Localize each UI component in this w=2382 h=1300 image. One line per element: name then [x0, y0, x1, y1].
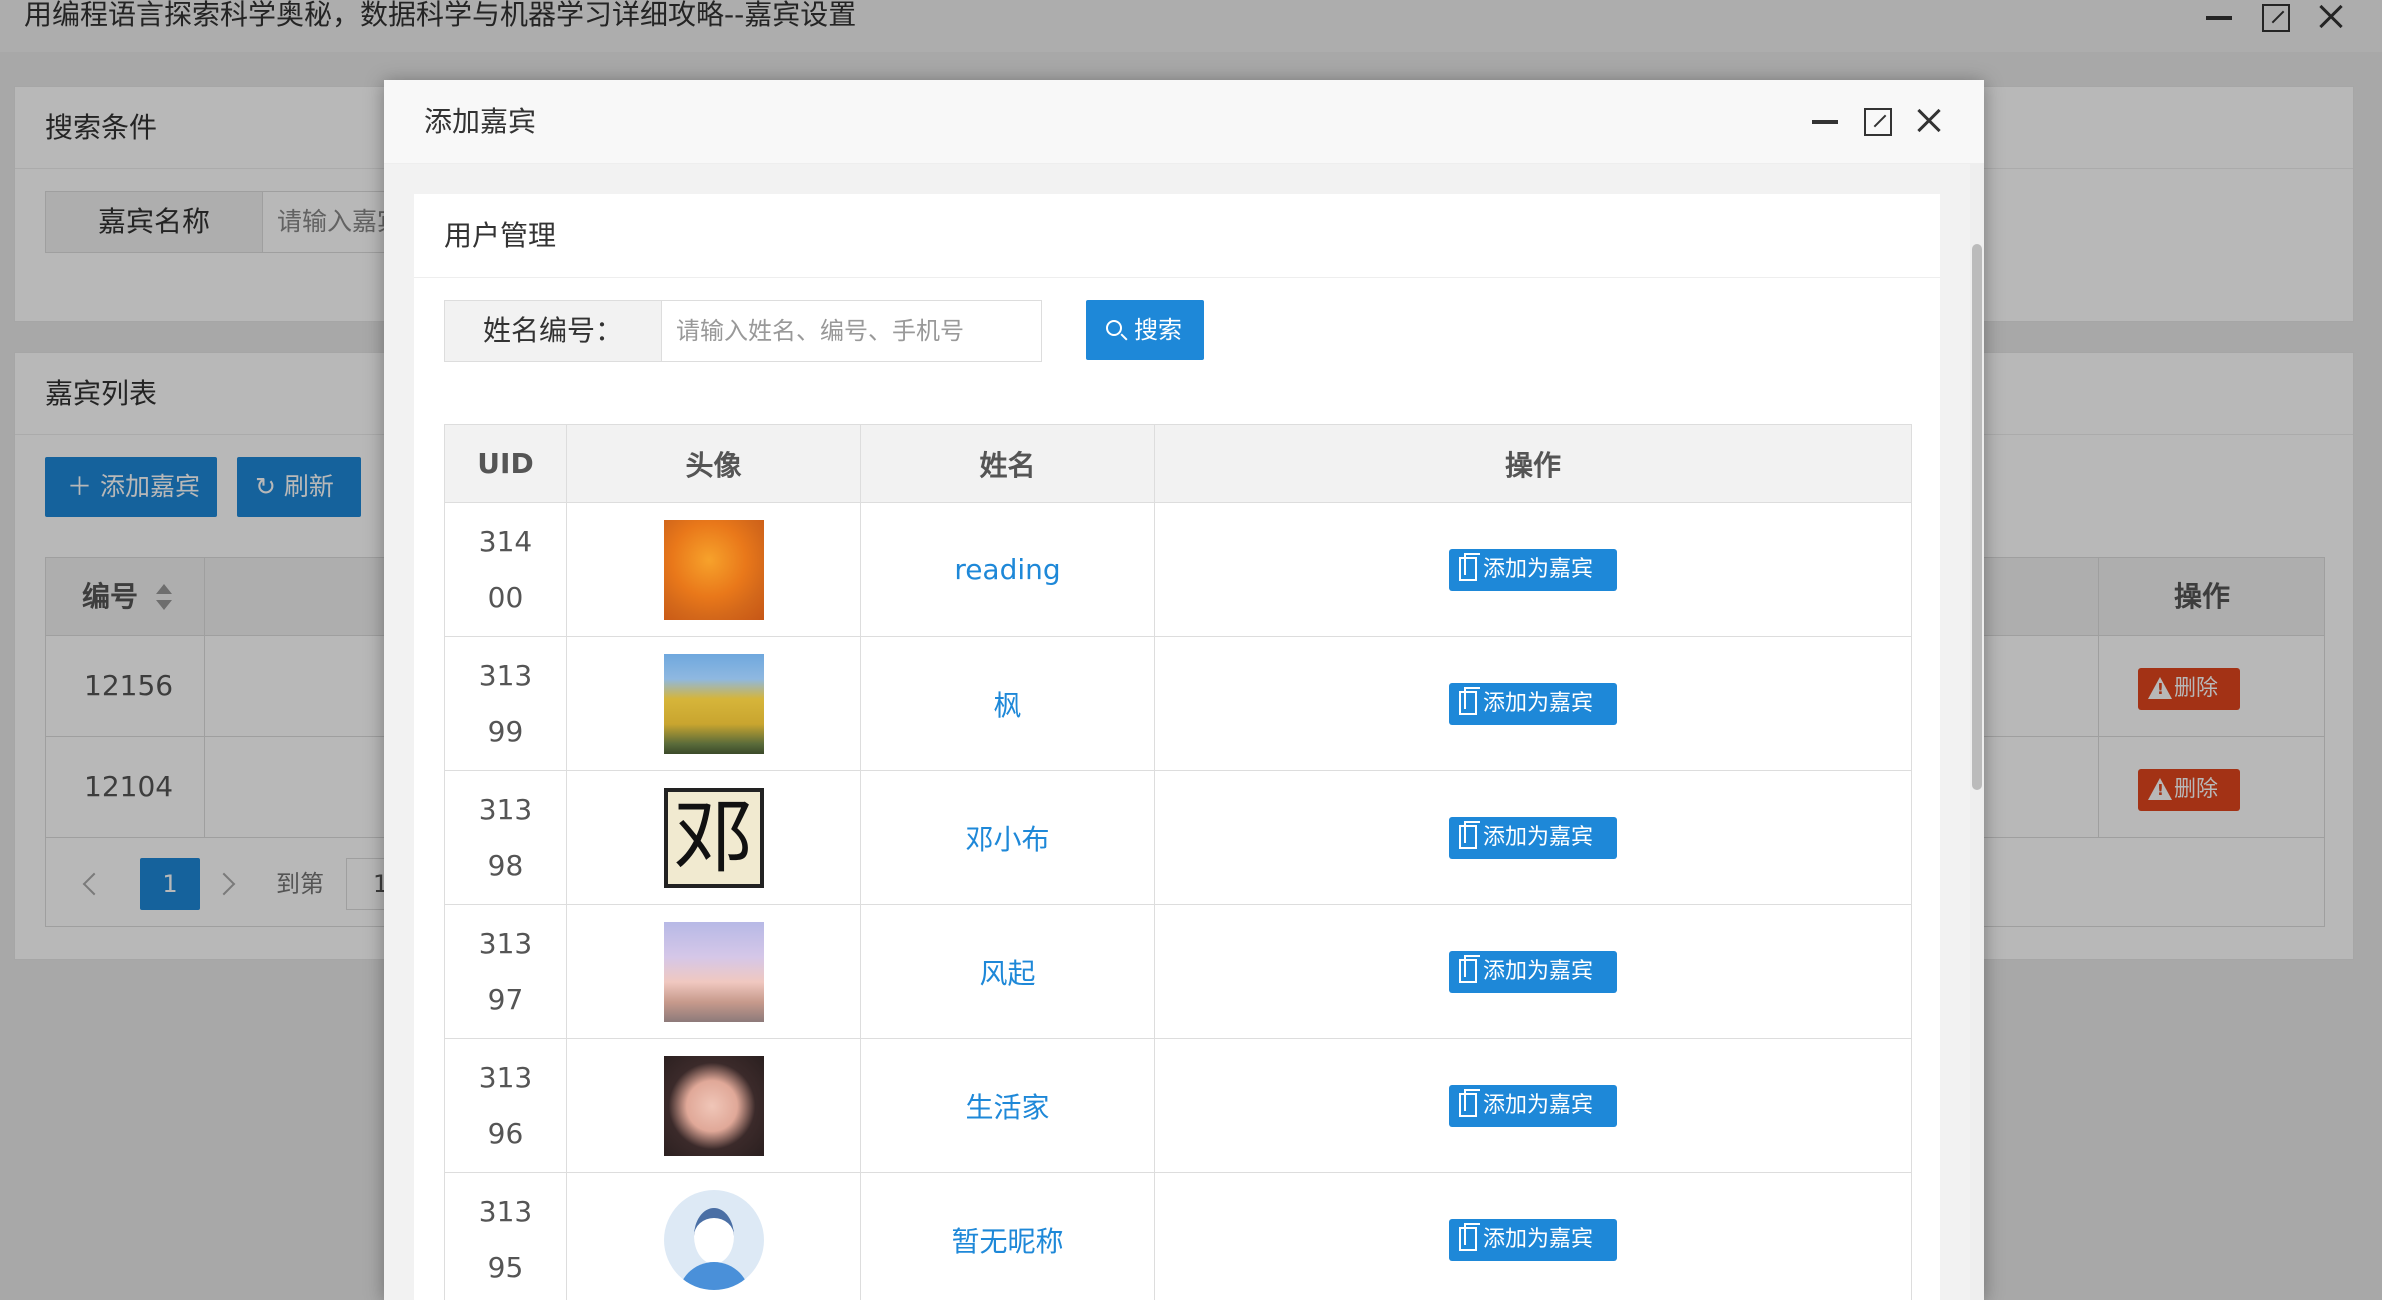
add-as-guest-button[interactable]: 添加为嘉宾: [1449, 950, 1617, 993]
search-button-label: 搜索: [1134, 316, 1182, 344]
uid-part: 313: [478, 658, 533, 692]
avatar-cell: [566, 636, 861, 771]
avatar: 邓: [663, 787, 764, 888]
uid-part: 98: [487, 848, 524, 882]
column-ops: 操作: [1154, 424, 1912, 503]
name-id-label: 姓名编号：: [444, 300, 662, 362]
uid-part: 96: [487, 1116, 524, 1150]
maximize-icon[interactable]: [1862, 106, 1892, 136]
ops-cell: 添加为嘉宾: [1154, 770, 1912, 905]
close-icon[interactable]: [1914, 106, 1944, 136]
add-as-guest-button[interactable]: 添加为嘉宾: [1449, 1218, 1617, 1261]
avatar-cell: [566, 1038, 861, 1173]
column-uid: UID: [444, 424, 567, 503]
uid-part: 313: [478, 1194, 533, 1228]
ops-cell: 添加为嘉宾: [1154, 502, 1912, 637]
uid-cell: 313 96: [444, 1038, 567, 1173]
table-row: 313 98 邓 邓小布 添加为嘉宾: [444, 770, 1912, 905]
avatar-character: 邓: [673, 790, 754, 884]
card-title: 用户管理: [414, 194, 1940, 278]
user-name-link[interactable]: 邓小布: [860, 770, 1155, 905]
table-row: 313 99 枫 添加为嘉宾: [444, 636, 1912, 771]
add-as-guest-label: 添加为嘉宾: [1483, 958, 1594, 984]
minimize-icon[interactable]: [1810, 106, 1840, 136]
ops-cell: 添加为嘉宾: [1154, 1172, 1912, 1300]
uid-cell: 313 95: [444, 1172, 567, 1300]
modal-scrollbar[interactable]: [1970, 164, 1984, 1300]
add-as-guest-button[interactable]: 添加为嘉宾: [1449, 548, 1617, 591]
ops-cell: 添加为嘉宾: [1154, 636, 1912, 771]
add-as-guest-label: 添加为嘉宾: [1483, 1226, 1594, 1252]
add-as-guest-button[interactable]: 添加为嘉宾: [1449, 682, 1617, 725]
ops-cell: 添加为嘉宾: [1154, 1038, 1912, 1173]
avatar-cell: [566, 904, 861, 1039]
user-name-link[interactable]: 暂无昵称: [860, 1172, 1155, 1300]
avatar: [663, 1055, 764, 1156]
modal-header: 添加嘉宾: [384, 80, 1984, 164]
default-avatar-icon: [663, 1189, 764, 1290]
search-icon: [1106, 320, 1122, 336]
avatar: [663, 519, 764, 620]
add-as-guest-button[interactable]: 添加为嘉宾: [1449, 1084, 1617, 1127]
user-table-header: UID 头像 姓名 操作: [444, 424, 1912, 503]
uid-part: 99: [487, 714, 524, 748]
column-name: 姓名: [860, 424, 1155, 503]
uid-part: 314: [478, 524, 533, 558]
copy-icon: [1459, 686, 1480, 715]
uid-cell: 314 00: [444, 502, 567, 637]
avatar-cell: [566, 1172, 861, 1300]
user-management-card: 用户管理 姓名编号： 请输入姓名、编号、手机号 搜索 UID 头像 姓名 操作: [414, 194, 1940, 1300]
user-name-link[interactable]: 风起: [860, 904, 1155, 1039]
user-search-input[interactable]: 请输入姓名、编号、手机号: [662, 300, 1042, 362]
copy-icon: [1459, 552, 1480, 581]
uid-part: 97: [487, 982, 524, 1016]
uid-part: 00: [487, 580, 524, 614]
user-name-link[interactable]: 枫: [860, 636, 1155, 771]
add-as-guest-label: 添加为嘉宾: [1483, 690, 1594, 716]
user-table: UID 头像 姓名 操作 314 00 reading 添加为嘉宾 313 99: [444, 424, 1912, 1300]
search-button[interactable]: 搜索: [1086, 300, 1204, 360]
modal-title: 添加嘉宾: [424, 105, 537, 138]
uid-part: 313: [478, 1060, 533, 1094]
table-row: 313 97 风起 添加为嘉宾: [444, 904, 1912, 1039]
avatar-cell: [566, 502, 861, 637]
uid-cell: 313 98: [444, 770, 567, 905]
user-name-link[interactable]: 生活家: [860, 1038, 1155, 1173]
user-name-link[interactable]: reading: [860, 502, 1155, 637]
modal-body: 用户管理 姓名编号： 请输入姓名、编号、手机号 搜索 UID 头像 姓名 操作: [384, 164, 1970, 1300]
copy-icon: [1459, 1088, 1480, 1117]
table-row: 313 96 生活家 添加为嘉宾: [444, 1038, 1912, 1173]
uid-part: 313: [478, 792, 533, 826]
table-row: 313 95 暂无昵称 添加为嘉宾: [444, 1172, 1912, 1300]
add-as-guest-label: 添加为嘉宾: [1483, 824, 1594, 850]
scrollbar-thumb[interactable]: [1972, 244, 1982, 790]
column-avatar: 头像: [566, 424, 861, 503]
add-guest-modal: 添加嘉宾 用户管理 姓名编号： 请输入姓名、编号、手机号 搜索 UID 头像 姓…: [384, 80, 1984, 1300]
avatar: [663, 921, 764, 1022]
add-as-guest-button[interactable]: 添加为嘉宾: [1449, 816, 1617, 859]
uid-cell: 313 99: [444, 636, 567, 771]
avatar-cell: 邓: [566, 770, 861, 905]
ops-cell: 添加为嘉宾: [1154, 904, 1912, 1039]
copy-icon: [1459, 1222, 1480, 1251]
modal-controls: [1810, 106, 1944, 136]
avatar: [663, 653, 764, 754]
add-as-guest-label: 添加为嘉宾: [1483, 556, 1594, 582]
copy-icon: [1459, 820, 1480, 849]
copy-icon: [1459, 954, 1480, 983]
uid-part: 95: [487, 1250, 524, 1284]
add-as-guest-label: 添加为嘉宾: [1483, 1092, 1594, 1118]
uid-cell: 313 97: [444, 904, 567, 1039]
uid-part: 313: [478, 926, 533, 960]
table-row: 314 00 reading 添加为嘉宾: [444, 502, 1912, 637]
